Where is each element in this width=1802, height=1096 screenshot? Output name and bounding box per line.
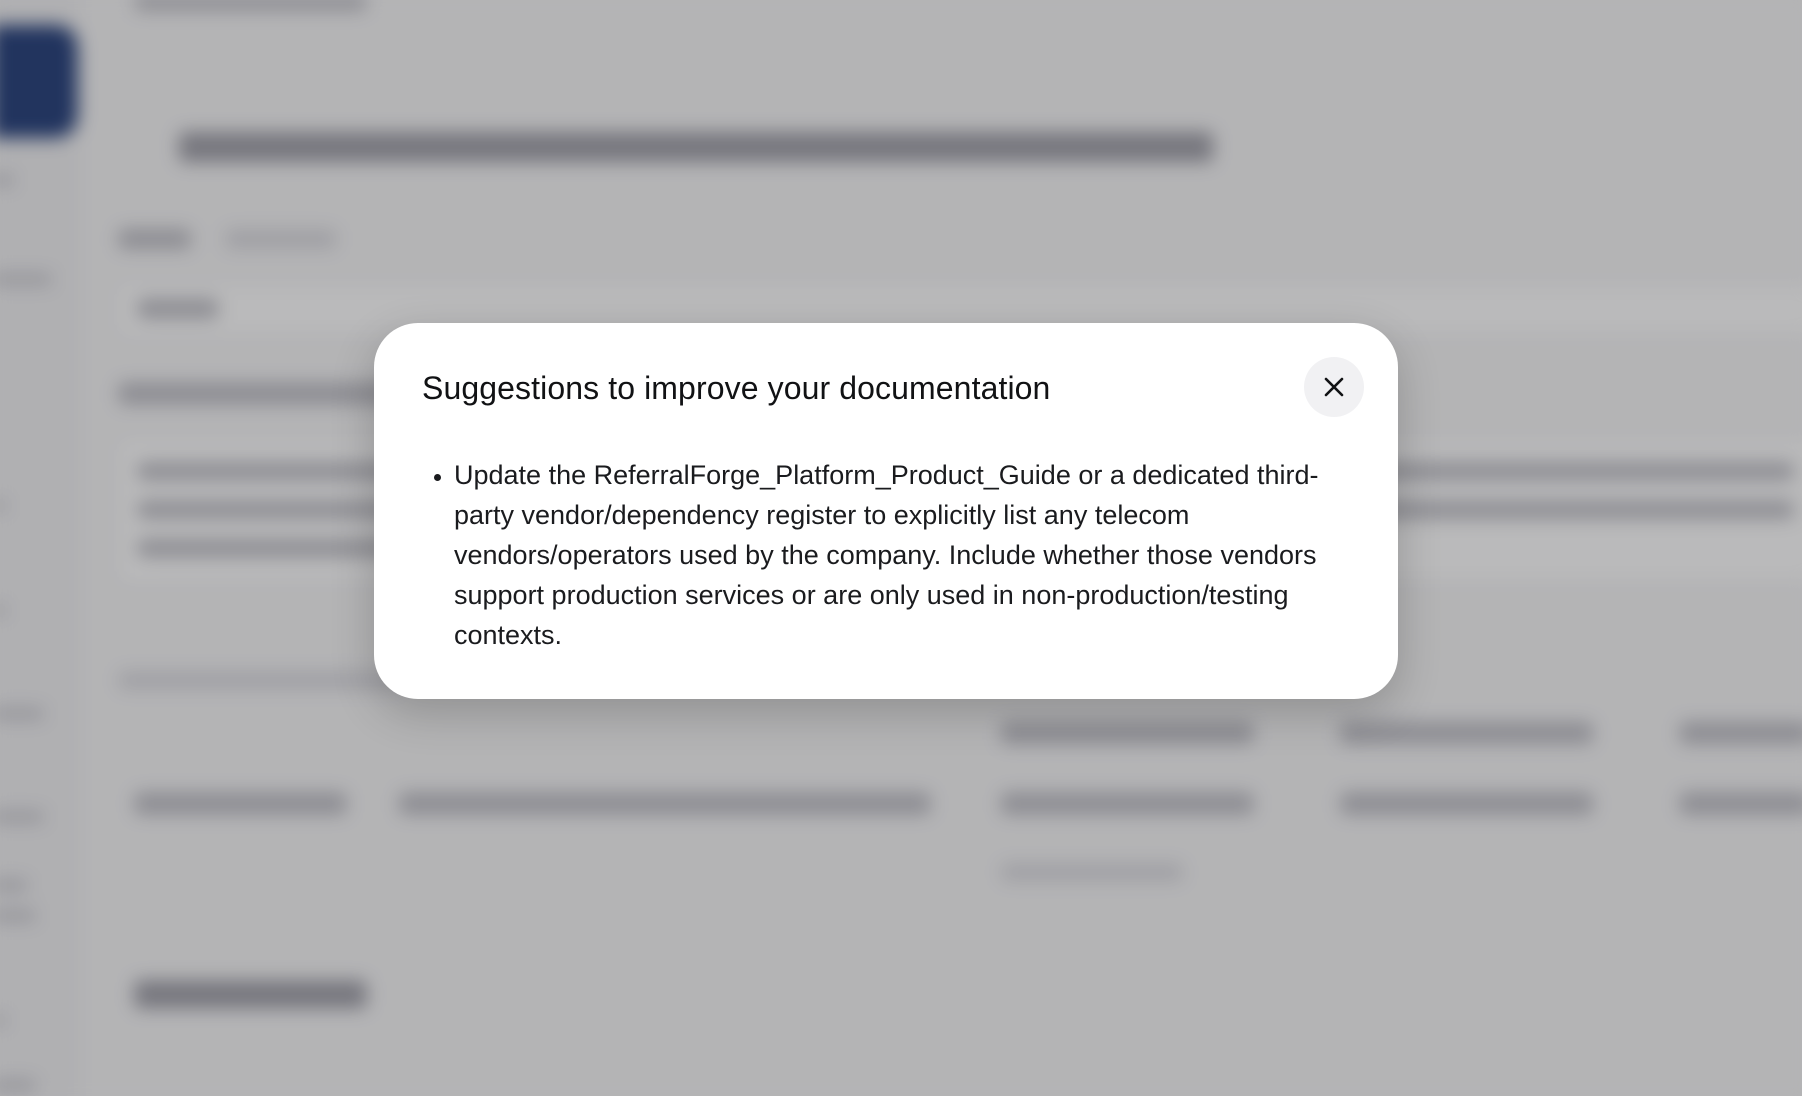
close-button[interactable]	[1304, 357, 1364, 417]
suggestion-item: Update the ReferralForge_Platform_Produc…	[454, 455, 1334, 655]
suggestions-modal: Suggestions to improve your documentatio…	[374, 323, 1398, 699]
suggestion-list: Update the ReferralForge_Platform_Produc…	[422, 455, 1350, 655]
close-icon	[1322, 375, 1346, 399]
modal-title: Suggestions to improve your documentatio…	[422, 370, 1051, 406]
